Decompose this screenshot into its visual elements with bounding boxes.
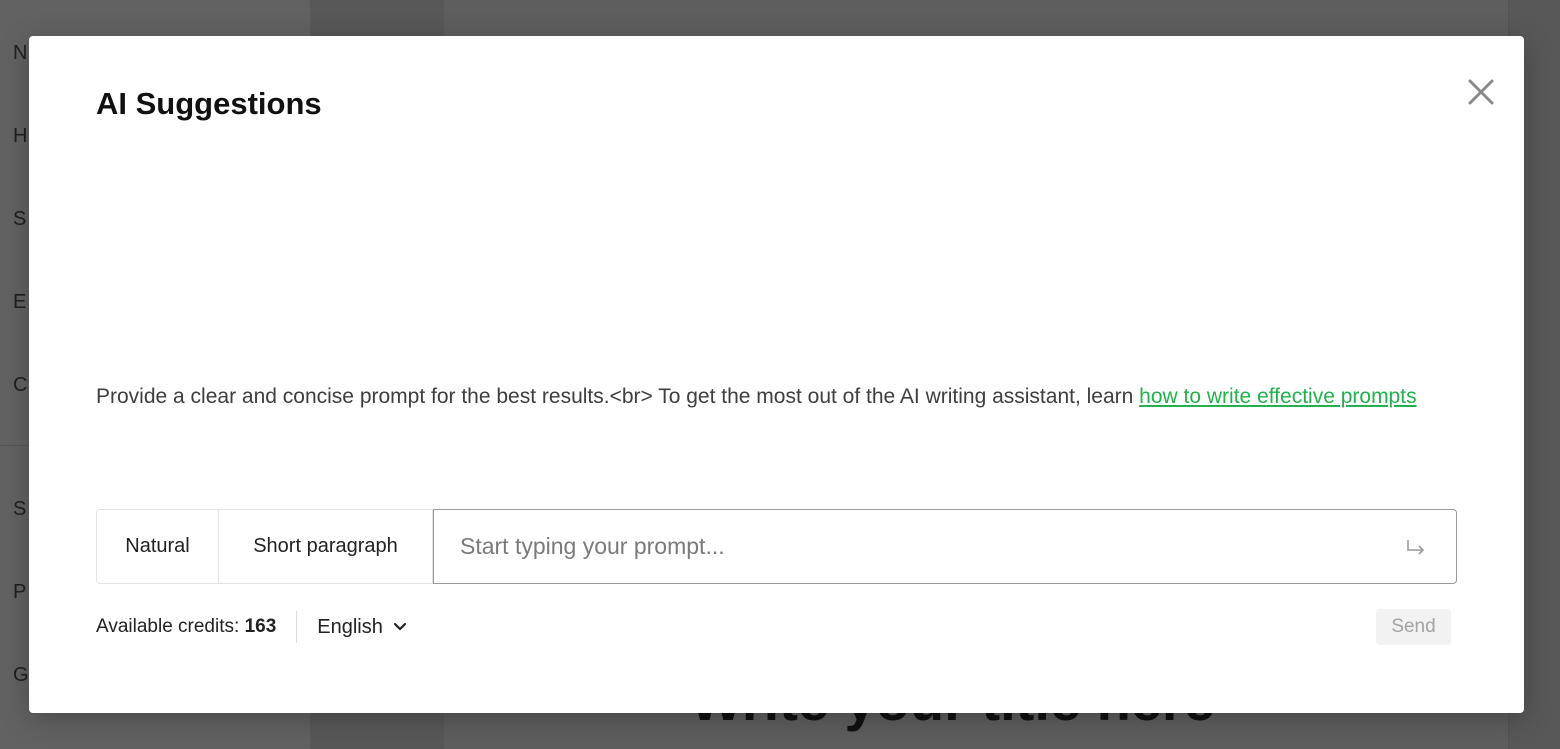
- effective-prompts-link[interactable]: how to write effective prompts: [1139, 385, 1416, 408]
- credits-label: Available credits:: [96, 616, 245, 637]
- language-select[interactable]: English: [317, 616, 407, 639]
- sidebar-letter: N: [13, 42, 28, 64]
- sidebar-letter: E: [13, 291, 27, 313]
- length-button[interactable]: Short paragraph: [219, 509, 433, 584]
- send-button[interactable]: Send: [1376, 609, 1451, 645]
- hint-text: Provide a clear and concise prompt for t…: [96, 385, 1140, 408]
- sidebar-letter: S: [13, 498, 27, 520]
- tone-button[interactable]: Natural: [96, 509, 219, 584]
- modal-footer: Available credits: 163 English Send: [96, 609, 1457, 645]
- prompt-input[interactable]: [458, 515, 1398, 578]
- modal-title: AI Suggestions: [96, 86, 322, 121]
- prompt-input-wrapper: [433, 509, 1457, 584]
- close-button[interactable]: [1465, 76, 1497, 108]
- credits-value: 163: [244, 616, 277, 637]
- enter-icon[interactable]: [1398, 535, 1434, 559]
- sidebar-letter: P: [13, 581, 27, 603]
- sidebar-letter: G: [13, 664, 29, 686]
- close-icon: [1468, 79, 1494, 105]
- available-credits: Available credits: 163: [96, 616, 276, 638]
- sidebar-letter: H: [13, 125, 28, 147]
- sidebar-letter: C: [13, 374, 28, 396]
- language-label: English: [317, 615, 383, 638]
- footer-divider: [296, 611, 298, 643]
- chevron-down-icon: [393, 622, 406, 631]
- sidebar-letter: S: [13, 208, 27, 230]
- prompt-row: Natural Short paragraph: [96, 509, 1457, 584]
- prompt-hint: Provide a clear and concise prompt for t…: [96, 379, 1426, 414]
- ai-suggestions-modal: AI Suggestions Provide a clear and conci…: [29, 36, 1524, 713]
